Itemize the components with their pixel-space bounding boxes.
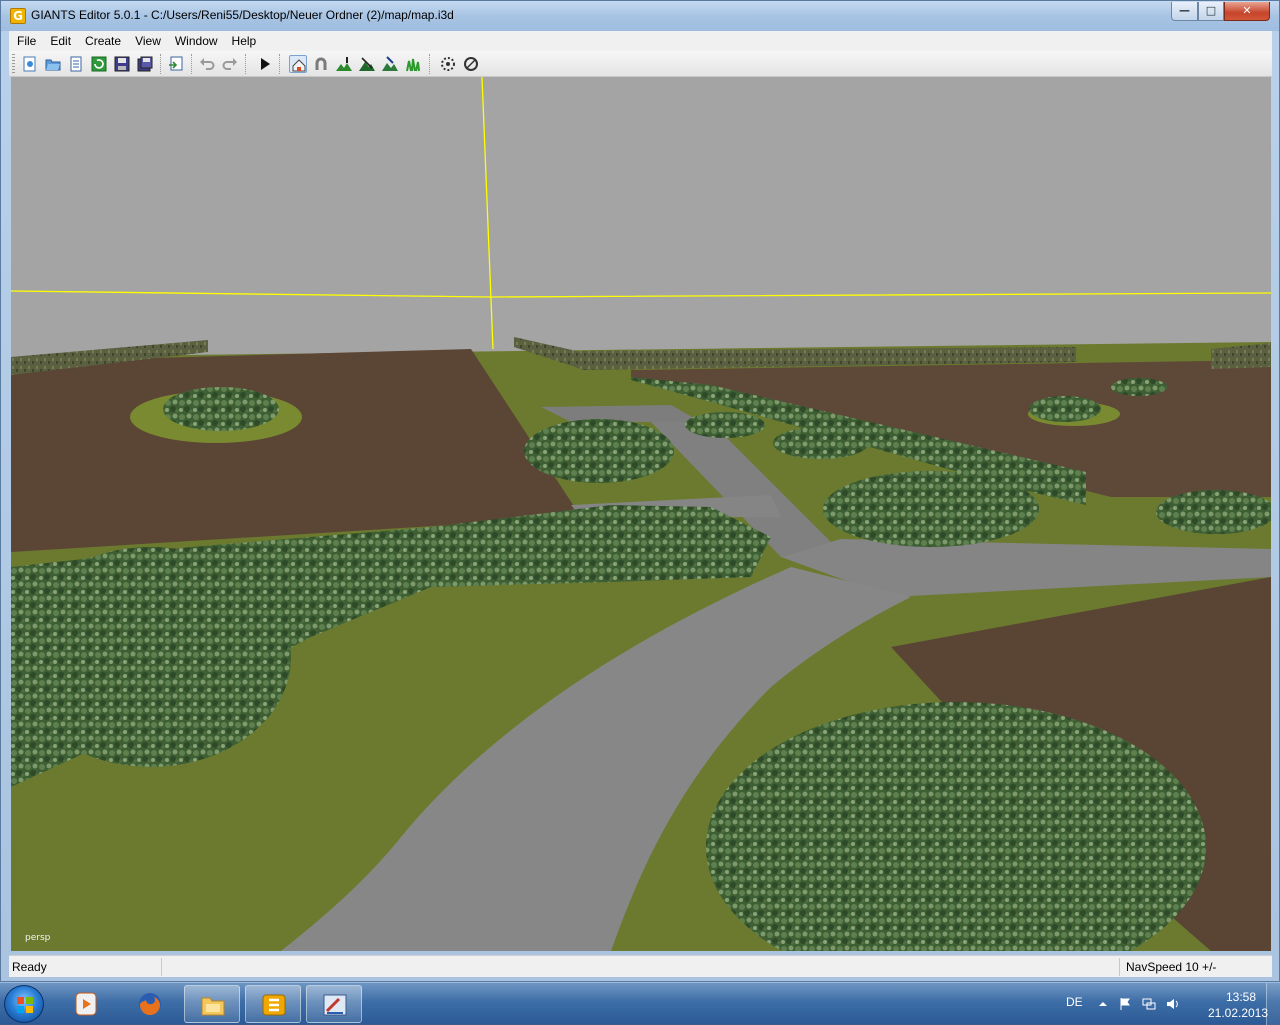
save-all-icon: [137, 56, 153, 72]
menu-window[interactable]: Window: [167, 31, 224, 51]
terrain-sculpt-icon: [359, 57, 375, 71]
media-player-icon: [75, 992, 97, 1016]
nav-speed-readout: NavSpeed 10 +/-: [1126, 960, 1217, 974]
document-icon: [70, 56, 82, 72]
file-explorer-icon: [201, 997, 225, 1016]
paint-icon: [323, 994, 347, 1016]
menu-help[interactable]: Help: [224, 31, 263, 51]
redo-button[interactable]: [221, 55, 239, 73]
toolbar: [9, 51, 1272, 77]
render-settings-icon: [441, 57, 455, 71]
foliage-icon: [382, 56, 398, 71]
system-tray: DE 13:58 21.02.2013: [1058, 983, 1280, 1025]
open-icon: [45, 59, 61, 71]
toolbar-separator: [429, 54, 431, 74]
3d-viewport[interactable]: persp: [11, 77, 1271, 951]
close-icon: ✕: [1242, 4, 1252, 17]
toolbar-separator: [279, 54, 281, 74]
open-button[interactable]: [44, 55, 62, 73]
maximize-button[interactable]: □: [1198, 2, 1224, 21]
save-icon: [114, 56, 130, 72]
close-button[interactable]: ✕: [1224, 2, 1270, 21]
menu-view[interactable]: View: [127, 31, 167, 51]
menu-create[interactable]: Create: [77, 31, 127, 51]
taskbar-paint[interactable]: [306, 985, 362, 1023]
undo-button[interactable]: [198, 55, 216, 73]
window-title: GIANTS Editor 5.0.1 - C:/Users/Reni55/De…: [31, 8, 454, 22]
title-bar[interactable]: G GIANTS Editor 5.0.1 - C:/Users/Reni55/…: [1, 1, 1279, 31]
status-text: Ready: [12, 960, 47, 974]
scene-render: [11, 77, 1271, 951]
start-button[interactable]: [4, 985, 44, 1023]
render-wireframe-icon: [464, 57, 478, 71]
save-all-button[interactable]: [136, 55, 154, 73]
magnet-button[interactable]: [312, 55, 330, 73]
toolbar-separator: [160, 54, 162, 74]
render-settings-button[interactable]: [439, 55, 457, 73]
taskbar-file-explorer[interactable]: [184, 985, 240, 1023]
redo-icon: [222, 58, 237, 70]
minimize-icon: —: [1179, 4, 1190, 17]
reload-icon: [91, 56, 107, 72]
language-indicator[interactable]: DE: [1066, 995, 1083, 1009]
import-icon: [169, 56, 183, 71]
magnet-icon: [315, 57, 327, 70]
select-tool-button[interactable]: [289, 55, 307, 73]
foliage-button[interactable]: [381, 55, 399, 73]
maximize-icon: □: [1205, 4, 1217, 17]
menu-edit[interactable]: Edit: [42, 31, 77, 51]
status-divider: [161, 958, 162, 976]
taskbar-giants-editor[interactable]: [245, 985, 301, 1023]
toolbar-separator: [245, 54, 247, 74]
show-desktop-button[interactable]: [1266, 983, 1280, 1025]
taskbar-firefox[interactable]: [122, 985, 178, 1023]
undo-icon: [200, 58, 215, 70]
terrain-paint-icon: [336, 57, 352, 71]
volume-icon[interactable]: [1166, 997, 1180, 1011]
app-icon: G: [10, 8, 26, 24]
toolbar-separator: [191, 54, 193, 74]
select-tool-icon: [292, 59, 306, 72]
status-bar: Ready NavSpeed 10 +/-: [9, 955, 1272, 977]
import-button[interactable]: [167, 55, 185, 73]
menu-file[interactable]: File: [9, 31, 42, 51]
firefox-icon: [139, 993, 161, 1015]
save-button[interactable]: [113, 55, 131, 73]
taskbar-media-player[interactable]: [58, 985, 114, 1023]
new-scene-button[interactable]: [21, 55, 39, 73]
terrain-paint-button[interactable]: [335, 55, 353, 73]
application-window: G GIANTS Editor 5.0.1 - C:/Users/Reni55/…: [0, 0, 1280, 982]
network-icon[interactable]: [1142, 997, 1156, 1011]
reload-button[interactable]: [90, 55, 108, 73]
status-divider: [1119, 958, 1120, 976]
action-center-flag-icon[interactable]: [1118, 997, 1132, 1011]
menu-bar: File Edit Create View Window Help: [9, 31, 1272, 51]
giants-editor-icon: [262, 994, 286, 1016]
grass-icon: [406, 58, 420, 72]
minimize-button[interactable]: —: [1171, 2, 1198, 21]
render-wireframe-button[interactable]: [462, 55, 480, 73]
terrain-sculpt-button[interactable]: [358, 55, 376, 73]
show-hidden-icons-icon[interactable]: [1096, 997, 1110, 1011]
play-icon: [261, 58, 270, 70]
camera-label: persp: [25, 933, 51, 943]
play-button[interactable]: [256, 55, 274, 73]
toolbar-grip[interactable]: [12, 54, 15, 74]
windows-logo-icon: [17, 997, 33, 1013]
taskbar: DE 13:58 21.02.2013: [0, 982, 1280, 1025]
document-button[interactable]: [67, 55, 85, 73]
grass-button[interactable]: [404, 55, 422, 73]
new-scene-icon: [23, 56, 36, 72]
